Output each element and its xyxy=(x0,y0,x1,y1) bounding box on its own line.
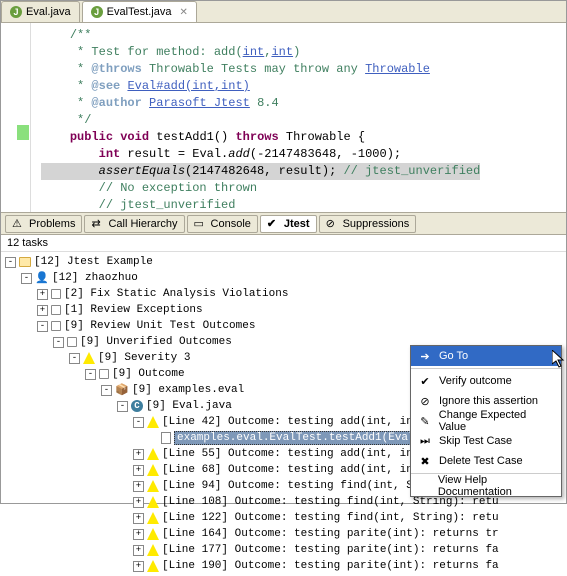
tab-eval-java[interactable]: J Eval.java xyxy=(1,1,80,22)
warning-icon xyxy=(83,352,95,364)
close-icon[interactable]: ✕ xyxy=(179,7,187,18)
user-icon: 👤 xyxy=(35,271,49,285)
coverage-marker-icon xyxy=(17,125,29,140)
expand-icon[interactable]: + xyxy=(133,513,144,524)
tab-problems[interactable]: ⚠Problems xyxy=(5,215,82,233)
tree-review-exc[interactable]: +[1] Review Exceptions xyxy=(5,302,562,318)
tab-label: Eval.java xyxy=(26,6,71,18)
collapse-icon[interactable]: - xyxy=(85,369,96,380)
menu-separator xyxy=(411,368,561,369)
expand-icon[interactable]: + xyxy=(133,465,144,476)
editor-gutter xyxy=(1,23,31,212)
warning-icon xyxy=(147,448,159,460)
tree-user[interactable]: -👤[12] zhaozhuo xyxy=(5,270,562,286)
warning-icon xyxy=(147,496,159,508)
expand-icon[interactable]: + xyxy=(133,497,144,508)
tree-line-177[interactable]: +[Line 177] Outcome: testing parite(int)… xyxy=(5,542,562,558)
editor-tab-bar: J Eval.java J EvalTest.java ✕ xyxy=(1,1,566,23)
tree-root[interactable]: -[12] Jtest Example xyxy=(5,254,562,270)
java-file-icon: J xyxy=(91,6,103,18)
task-icon xyxy=(67,337,77,347)
skip-icon: ⏭ xyxy=(417,433,433,449)
ctx-change[interactable]: ✎Change Expected Value xyxy=(411,411,561,431)
problems-icon: ⚠ xyxy=(12,217,26,231)
expand-icon[interactable]: + xyxy=(133,481,144,492)
expand-icon[interactable]: + xyxy=(133,545,144,556)
tree-fix-static[interactable]: +[2] Fix Static Analysis Violations xyxy=(5,286,562,302)
collapse-icon[interactable]: - xyxy=(69,353,80,364)
expand-icon[interactable]: + xyxy=(133,449,144,460)
expand-icon[interactable]: + xyxy=(37,305,48,316)
code-content: /** * Test for method: add(int,int) * @t… xyxy=(41,27,566,213)
ctx-ignore[interactable]: ⊘Ignore this assertion xyxy=(411,391,561,411)
stack-frame-icon xyxy=(161,432,171,444)
ignore-icon: ⊘ xyxy=(417,393,433,409)
warning-icon xyxy=(147,560,159,572)
tree-review-unit[interactable]: -[9] Review Unit Test Outcomes xyxy=(5,318,562,334)
bottom-tab-bar: ⚠Problems ⇄Call Hierarchy ▭Console ✔Jtes… xyxy=(1,213,566,235)
java-file-icon: J xyxy=(10,6,22,18)
tree-line-164[interactable]: +[Line 164] Outcome: testing parite(int)… xyxy=(5,526,562,542)
tab-suppressions[interactable]: ⊘Suppressions xyxy=(319,215,417,233)
collapse-icon[interactable]: - xyxy=(101,385,112,396)
ctx-verify[interactable]: ✔Verify outcome xyxy=(411,371,561,391)
folder-icon xyxy=(19,257,31,267)
delete-icon: ✖ xyxy=(417,453,433,469)
tab-call-hierarchy[interactable]: ⇄Call Hierarchy xyxy=(84,215,184,233)
collapse-icon[interactable]: - xyxy=(133,417,144,428)
expand-icon[interactable]: + xyxy=(133,529,144,540)
help-icon xyxy=(417,478,432,494)
jtest-icon: ✔ xyxy=(267,217,281,231)
task-icon xyxy=(99,369,109,379)
tree-line-190[interactable]: +[Line 190] Outcome: testing parite(int)… xyxy=(5,558,562,574)
expand-icon[interactable]: + xyxy=(37,289,48,300)
expand-icon[interactable]: + xyxy=(133,561,144,572)
tasks-count: 12 tasks xyxy=(1,235,566,252)
ctx-skip[interactable]: ⏭Skip Test Case xyxy=(411,431,561,451)
collapse-icon[interactable]: - xyxy=(5,257,16,268)
ctx-delete[interactable]: ✖Delete Test Case xyxy=(411,451,561,471)
ctx-help[interactable]: View Help Documentation xyxy=(411,476,561,496)
tab-console[interactable]: ▭Console xyxy=(187,215,258,233)
hierarchy-icon: ⇄ xyxy=(91,217,105,231)
change-icon: ✎ xyxy=(417,413,433,429)
verify-icon: ✔ xyxy=(417,373,433,389)
warning-icon xyxy=(147,480,159,492)
warning-icon xyxy=(147,464,159,476)
task-icon xyxy=(51,321,61,331)
package-icon: 📦 xyxy=(115,383,129,397)
collapse-icon[interactable]: - xyxy=(37,321,48,332)
collapse-icon[interactable]: - xyxy=(21,273,32,284)
console-icon: ▭ xyxy=(194,217,208,231)
task-icon xyxy=(51,289,61,299)
warning-icon xyxy=(147,512,159,524)
collapse-icon[interactable]: - xyxy=(117,401,128,412)
warning-icon xyxy=(147,544,159,556)
ctx-goto[interactable]: ➔Go To xyxy=(411,346,561,366)
suppressions-icon: ⊘ xyxy=(326,217,340,231)
tree-line-122[interactable]: +[Line 122] Outcome: testing find(int, S… xyxy=(5,510,562,526)
code-editor[interactable]: /** * Test for method: add(int,int) * @t… xyxy=(1,23,566,213)
collapse-icon[interactable]: - xyxy=(53,337,64,348)
tab-evaltest-java[interactable]: J EvalTest.java ✕ xyxy=(82,1,197,22)
warning-icon xyxy=(147,416,159,428)
class-icon: C xyxy=(131,400,143,412)
warning-icon xyxy=(147,528,159,540)
goto-icon: ➔ xyxy=(417,348,433,364)
task-icon xyxy=(51,305,61,315)
tab-label: EvalTest.java xyxy=(107,6,172,18)
tab-jtest[interactable]: ✔Jtest xyxy=(260,215,317,233)
context-menu: ➔Go To ✔Verify outcome ⊘Ignore this asse… xyxy=(410,345,562,497)
